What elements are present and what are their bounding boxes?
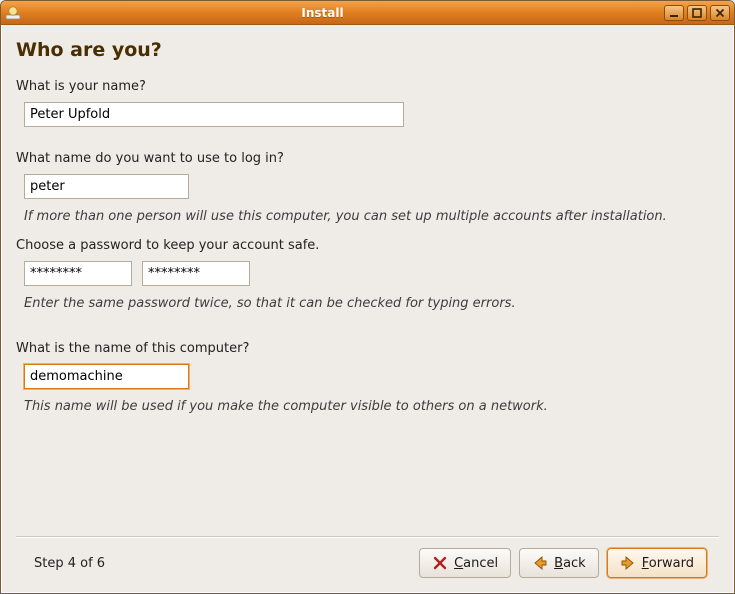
step-indicator: Step 4 of 6 — [28, 556, 105, 571]
close-button[interactable] — [710, 5, 730, 21]
hostname-label: What is the name of this computer? — [16, 341, 719, 356]
footer: Step 4 of 6 Cancel Back — [16, 548, 719, 592]
login-hint: If more than one person will use this co… — [24, 209, 719, 224]
forward-label: Forward — [642, 556, 694, 571]
page-title: Who are you? — [16, 39, 719, 61]
minimize-button[interactable] — [664, 5, 684, 21]
cancel-button[interactable]: Cancel — [419, 548, 511, 578]
cancel-icon — [432, 555, 448, 571]
install-window: Install Who are you? What is your name? … — [0, 0, 735, 594]
window-title: Install — [0, 6, 664, 20]
login-label: What name do you want to use to log in? — [16, 151, 719, 166]
password-label: Choose a password to keep your account s… — [16, 238, 719, 253]
forward-arrow-icon — [620, 555, 636, 571]
password-input[interactable] — [24, 261, 132, 286]
back-arrow-icon — [532, 555, 548, 571]
titlebar[interactable]: Install — [1, 1, 734, 25]
name-input[interactable] — [24, 102, 404, 127]
password-confirm-input[interactable] — [142, 261, 250, 286]
hostname-input[interactable] — [24, 364, 189, 389]
cancel-label: Cancel — [454, 556, 498, 571]
forward-button[interactable]: Forward — [607, 548, 707, 578]
back-label: Back — [554, 556, 586, 571]
content-area: Who are you? What is your name? What nam… — [1, 25, 734, 593]
maximize-button[interactable] — [687, 5, 707, 21]
back-button[interactable]: Back — [519, 548, 599, 578]
name-label: What is your name? — [16, 79, 719, 94]
login-input[interactable] — [24, 174, 189, 199]
password-hint: Enter the same password twice, so that i… — [24, 296, 719, 311]
divider — [16, 536, 719, 538]
hostname-hint: This name will be used if you make the c… — [24, 399, 719, 414]
